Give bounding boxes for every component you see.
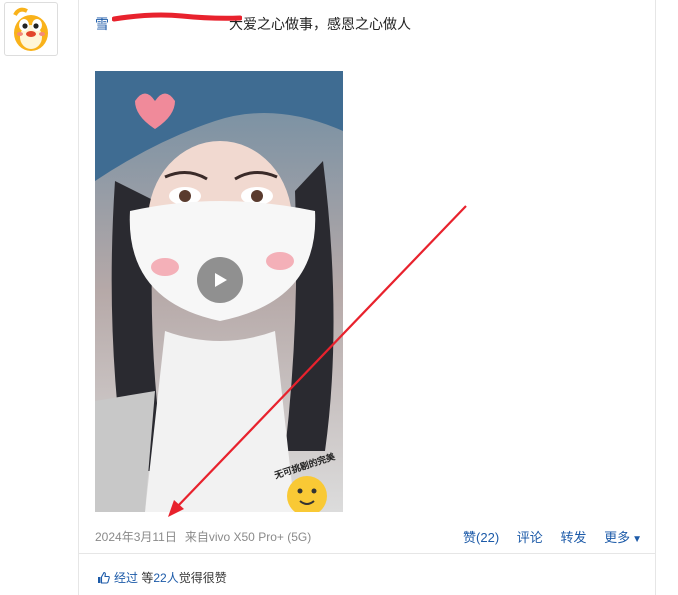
likes-summary: 经过 等22人觉得很赞 (97, 569, 227, 586)
post-meta: 2024年3月11日 来自vivo X50 Pro+ (5G) (95, 528, 311, 545)
divider (79, 553, 655, 554)
forward-button[interactable]: 转发 (560, 530, 586, 545)
liker-name[interactable]: 经过 (114, 571, 138, 585)
qq-penguin-avatar-icon (13, 7, 48, 51)
more-button[interactable]: 更多 ▼ (604, 530, 642, 545)
post-date[interactable]: 2024年3月11日 (95, 530, 177, 544)
video-thumbnail[interactable]: 无可挑剔的完美 (95, 71, 343, 512)
post-text: 大爱之心做事，感恩之心做人 (229, 16, 411, 32)
author-name[interactable]: 雪 (95, 16, 109, 32)
play-icon (215, 273, 227, 287)
likes-count[interactable]: 22人 (153, 571, 178, 585)
thumbs-up-icon (98, 571, 110, 584)
avatar[interactable] (4, 2, 58, 56)
post-source: 来自vivo X50 Pro+ (5G) (184, 530, 312, 544)
like-button[interactable]: 赞(22) (463, 530, 499, 545)
post-actions: 赞(22) 评论 转发 更多 ▼ (449, 527, 642, 546)
comment-button[interactable]: 评论 (517, 530, 543, 545)
caret-down-icon: ▼ (632, 534, 642, 545)
more-label: 更多 (604, 530, 631, 545)
likes-suffix: 觉得很赞 (178, 571, 227, 585)
play-button[interactable] (197, 257, 243, 303)
likes-prefix: 等 (141, 571, 154, 585)
redaction-mark (112, 12, 242, 22)
